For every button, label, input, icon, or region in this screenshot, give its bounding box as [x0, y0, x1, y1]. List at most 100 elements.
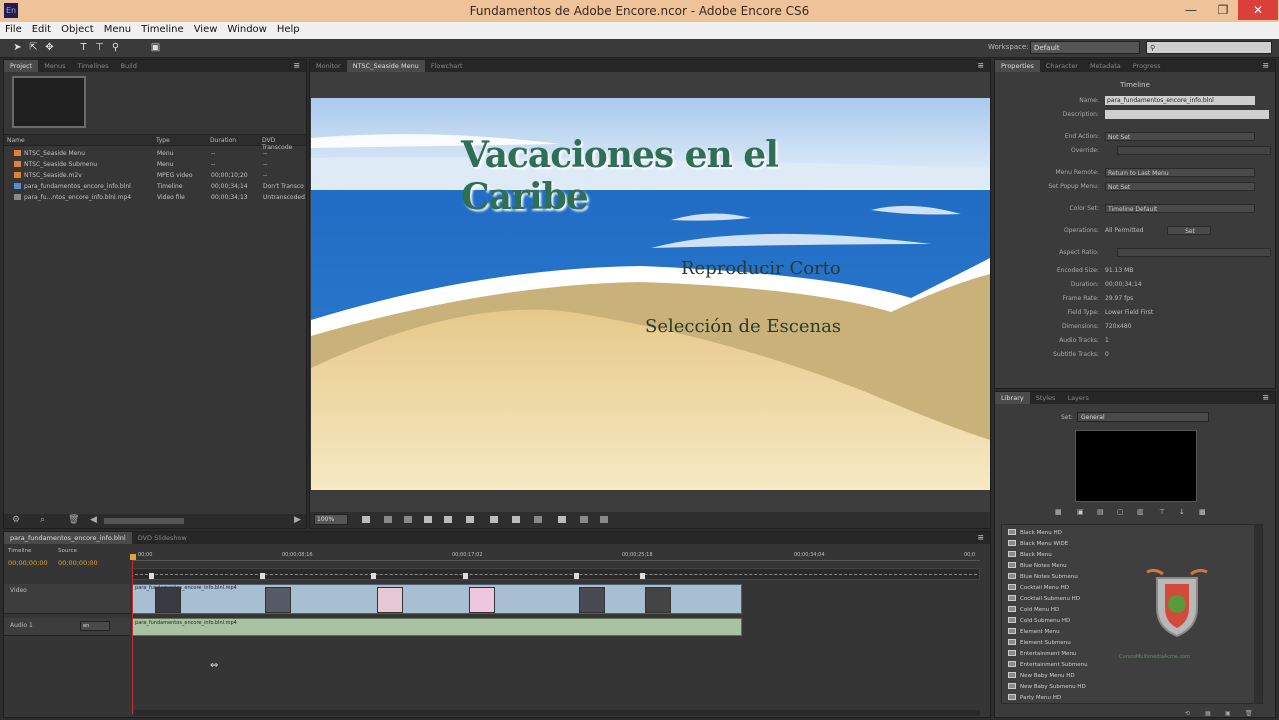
search-input[interactable]: ⚲	[1146, 41, 1272, 54]
tab-metadata[interactable]: Metadata	[1084, 60, 1127, 72]
library-item[interactable]: Cold Submenu HD	[1008, 617, 1070, 627]
maximize-button[interactable]: ❐	[1208, 0, 1238, 20]
tab-menus[interactable]: Menus	[38, 60, 71, 72]
property-input[interactable]: para_fundamentos_encore_info.blnl	[1105, 96, 1255, 105]
library-item[interactable]: Cocktail Submenu HD	[1008, 595, 1080, 605]
property-input[interactable]	[1105, 110, 1269, 119]
place-icon[interactable]: ▣	[1077, 508, 1084, 516]
audio-language-select[interactable]: en	[80, 621, 110, 631]
show-selected-icon[interactable]	[404, 516, 412, 523]
library-item[interactable]: Entertainment Submenu	[1008, 661, 1088, 671]
library-item[interactable]: Blue Notes Menu	[1008, 562, 1067, 572]
delete-icon[interactable]: 🗑	[68, 515, 79, 525]
download-icon[interactable]: ↓	[1179, 508, 1185, 516]
edit-in-photoshop-icon[interactable]	[534, 516, 542, 523]
operations-set-button[interactable]: Set	[1167, 226, 1211, 235]
tab-progress[interactable]: Progress	[1127, 60, 1167, 72]
chapter-marker[interactable]	[574, 573, 579, 579]
menu-edit[interactable]: Edit	[27, 22, 56, 35]
timeline-ruler[interactable]: 00;00 00;00;08;16 00;00;17;02 00;00;25;1…	[132, 551, 980, 561]
tab-timelines[interactable]: Timelines	[71, 60, 114, 72]
menu-menu[interactable]: Menu	[99, 22, 136, 35]
library-item[interactable]: Blue Notes Submenu	[1008, 573, 1078, 583]
text-tool-icon[interactable]: T	[78, 42, 89, 53]
replace-icon[interactable]: ▤	[1097, 508, 1104, 516]
scroll-right-icon[interactable]: ▶	[294, 515, 301, 525]
tab-flowchart[interactable]: Flowchart	[425, 60, 469, 72]
direct-select-tool-icon[interactable]: ⇱	[28, 42, 39, 53]
active-area-icon[interactable]	[512, 516, 520, 523]
timeline-timecode[interactable]: 00;00;00;00	[8, 559, 48, 567]
library-set-select[interactable]: General	[1077, 412, 1209, 422]
tab-seaside-menu[interactable]: NTSC_Seaside Menu	[346, 60, 425, 72]
library-item[interactable]: Entertainment Menu	[1008, 650, 1077, 660]
properties-menu-icon[interactable]: ≡	[1262, 61, 1269, 70]
button-routing-icon[interactable]	[466, 516, 474, 523]
zoom-tool-icon[interactable]: ⚲	[110, 42, 121, 53]
project-row[interactable]: NTSC_Seaside Menu Menu -- --	[6, 148, 304, 159]
horizontal-scrollbar[interactable]	[104, 518, 184, 524]
more-icon[interactable]	[600, 516, 608, 523]
property-select[interactable]: Not Set	[1105, 182, 1255, 191]
library-item[interactable]: Cocktail Menu HD	[1008, 584, 1069, 594]
new-item-icon[interactable]: ▥	[1137, 508, 1144, 516]
library-item[interactable]: New Baby Submenu HD	[1008, 683, 1086, 693]
tab-monitor[interactable]: Monitor	[310, 60, 347, 72]
menu-file[interactable]: File	[0, 22, 27, 35]
tab-layers[interactable]: Layers	[1061, 392, 1095, 404]
zoom-select[interactable]: 100%	[314, 514, 348, 525]
tab-styles[interactable]: Styles	[1030, 392, 1062, 404]
chapter-marker[interactable]	[371, 573, 376, 579]
menu-help[interactable]: Help	[272, 22, 305, 35]
col-duration[interactable]: Duration	[210, 137, 236, 144]
sync-icon[interactable]: ⟲	[1185, 710, 1190, 717]
trash-icon[interactable]: 🗑	[1245, 710, 1253, 717]
show-safe-area-icon[interactable]	[362, 516, 370, 523]
route-icon[interactable]	[444, 516, 452, 523]
library-item[interactable]: Element Submenu	[1008, 639, 1071, 649]
workspace-select[interactable]: Default	[1030, 41, 1140, 54]
library-settings-icon[interactable]: ▩	[1199, 508, 1206, 516]
settings-icon[interactable]: ⚙	[12, 515, 20, 525]
menu-timeline[interactable]: Timeline	[136, 22, 189, 35]
project-row[interactable]: NTSC_Seaside.m2v MPEG video 00;00;10;20 --	[6, 170, 304, 181]
minimize-button[interactable]: —	[1176, 0, 1206, 20]
new-set-icon[interactable]: ▦	[1205, 710, 1211, 717]
menu-object[interactable]: Object	[56, 22, 99, 35]
project-row[interactable]: para_fu...ntos_encore_info.blnl.mp4 Video…	[6, 192, 305, 203]
vertical-text-tool-icon[interactable]: ⊤	[94, 42, 105, 53]
menu-button-seleccion-escenas[interactable]: Selección de Escenas	[645, 316, 841, 337]
library-item[interactable]: Party Menu HD	[1008, 694, 1061, 704]
new-button-icon[interactable]: ▢	[1117, 508, 1124, 516]
property-select[interactable]: Not Set	[1105, 132, 1255, 141]
filter-icon[interactable]: ⊤	[1159, 508, 1165, 516]
close-button[interactable]: ✕	[1238, 0, 1278, 20]
panel-menu-icon[interactable]: ≡	[293, 61, 300, 70]
video-clip[interactable]: para_fundamentos_encore_info.blnl.mp4	[132, 584, 742, 614]
playhead[interactable]	[132, 558, 133, 714]
show-activated-icon[interactable]	[424, 516, 432, 523]
tab-dvd-slideshow[interactable]: DVD Slideshow	[132, 532, 193, 544]
duplicate-icon[interactable]: ▣	[1225, 710, 1231, 717]
menu-view[interactable]: View	[189, 22, 223, 35]
library-scrollbar[interactable]	[1254, 525, 1262, 703]
tab-project[interactable]: Project	[4, 60, 39, 72]
col-name[interactable]: Name	[7, 137, 25, 144]
tab-library[interactable]: Library	[995, 392, 1030, 404]
tab-timeline-main[interactable]: para_fundamentos_encore_info.blnl	[4, 532, 132, 544]
project-row[interactable]: NTSC_Seaside Submenu Menu -- --	[6, 159, 304, 170]
tab-build[interactable]: Build	[115, 60, 143, 72]
audio-clip[interactable]: para_fundamentos_encore_info.blnl.mp4	[132, 618, 742, 636]
project-row[interactable]: para_fundamentos_encore_info.blnl Timelin…	[6, 181, 304, 192]
preview-tool-icon[interactable]: ▣	[150, 42, 161, 53]
library-item[interactable]: Black Menu HD	[1008, 529, 1062, 539]
chapter-marker[interactable]	[260, 573, 265, 579]
selection-tool-icon[interactable]: ➤	[12, 42, 23, 53]
library-menu-icon[interactable]: ≡	[1262, 393, 1269, 402]
col-type[interactable]: Type	[156, 137, 170, 144]
menu-window[interactable]: Window	[222, 22, 271, 35]
tab-properties[interactable]: Properties	[995, 60, 1040, 72]
library-item[interactable]: Black Menu WIDE	[1008, 540, 1068, 550]
viewer-menu-icon[interactable]: ≡	[977, 61, 984, 70]
library-item[interactable]: New Baby Menu HD	[1008, 672, 1075, 682]
